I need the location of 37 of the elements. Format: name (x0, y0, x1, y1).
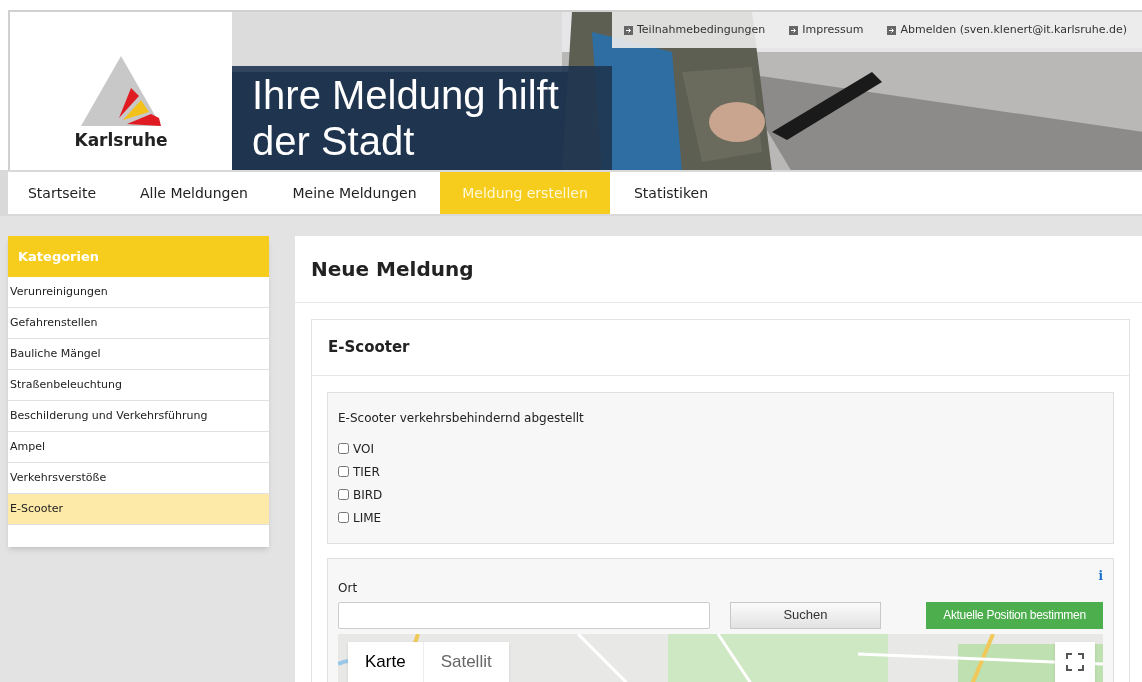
category-item[interactable]: Gefahrenstellen (8, 308, 269, 339)
category-item[interactable]: Ampel (8, 432, 269, 463)
arrow-icon (624, 25, 633, 35)
location-field[interactable] (338, 601, 710, 629)
card-title: E-Scooter (328, 337, 410, 359)
checkbox[interactable] (338, 512, 349, 523)
checkbox[interactable] (338, 489, 349, 500)
sidebar-header: Kategorien (8, 236, 269, 277)
checkbox[interactable] (338, 466, 349, 477)
category-item[interactable]: Beschilderung und Verkehrsführung (8, 401, 269, 432)
headline: Ihre Meldung hilft (252, 72, 560, 118)
map-type-button[interactable]: Karte (348, 642, 423, 682)
info-icon[interactable]: i (1098, 567, 1103, 585)
logo-icon (79, 56, 163, 127)
search-button[interactable]: Suchen (730, 601, 881, 629)
option-label: TIER (353, 463, 380, 481)
header-link[interactable]: Impressum (789, 21, 864, 39)
location-label: Ort (338, 580, 358, 597)
option-label: LIME (353, 509, 382, 527)
arrow-icon (789, 25, 799, 35)
checkbox[interactable] (338, 443, 349, 454)
page-title: Neue Meldung (311, 256, 474, 283)
category-item[interactable]: Verkehrsverstöße (8, 463, 269, 494)
category-item[interactable]: E-Scooter (8, 494, 269, 525)
headline: der Stadt (252, 118, 416, 164)
fullscreen-icon[interactable] (1055, 642, 1095, 682)
logo-text: Karlsruhe (74, 129, 168, 153)
option-label: BIRD (353, 486, 383, 504)
arrow-icon (887, 25, 897, 35)
header-link[interactable]: Abmelden (sven.klenert@it.karlsruhe.de) (887, 21, 1128, 39)
category-item[interactable]: Straßenbeleuchtung (8, 370, 269, 401)
option-label: VOI (353, 440, 374, 458)
question-label: E-Scooter verkehrsbehindernd abgestellt (338, 410, 585, 427)
header-link[interactable]: Teilnahmebedingungen (624, 21, 766, 39)
map-type-button[interactable]: Satellit (422, 642, 509, 682)
category-item[interactable]: Verunreinigungen (8, 277, 269, 308)
category-item[interactable]: Bauliche Mängel (8, 339, 269, 370)
